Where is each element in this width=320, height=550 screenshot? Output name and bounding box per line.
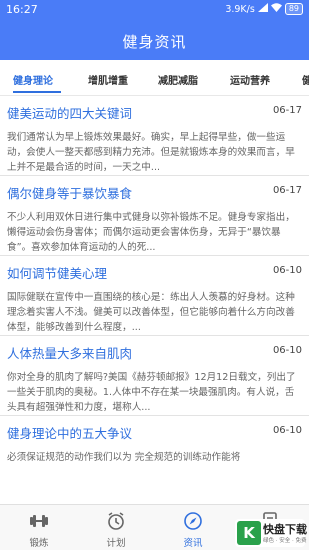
nav-label: 锻炼 (29, 538, 49, 549)
article-list: 健美运动的四大关键词 06-17 我们通常认为早上锻炼效果最好。确实，早上起得早… (0, 97, 309, 503)
article-title: 人体热量大多来自肌肉 (7, 346, 133, 361)
active-tab-indicator (13, 91, 61, 93)
watermark-tagline: 绿色 · 安全 · 免费 (263, 538, 307, 544)
battery-indicator: 89 (284, 3, 303, 15)
nav-label: 资讯 (183, 538, 203, 549)
article-date: 06-17 (272, 185, 302, 196)
article-title: 健身理论中的五大争议 (7, 426, 133, 441)
watermark-logo: K (237, 521, 261, 545)
nav-plan[interactable]: 计划 (85, 505, 147, 550)
tab-muscle-gain[interactable]: 增肌增重 (88, 72, 128, 87)
nav-label: 计划 (106, 538, 126, 549)
signal-icon (257, 3, 268, 15)
watermark-name: 快盘下载 (263, 523, 307, 536)
tab-more[interactable]: 健 (302, 72, 309, 87)
tab-fitness-theory[interactable]: 健身理论 (13, 72, 53, 87)
dumbbell-icon (29, 511, 49, 531)
article-date: 06-10 (272, 345, 302, 356)
nav-news[interactable]: 资讯 (162, 505, 224, 550)
alarm-clock-icon (106, 511, 126, 531)
wifi-icon (270, 3, 282, 15)
article-summary: 不少人利用双休日进行集中式健身以弥补锻炼不足。健身专家指出，懒得运动会伤身害体；… (7, 212, 295, 253)
app-header: 16:27 3.9K/s 89 健身资讯 (0, 0, 309, 60)
compass-icon (183, 511, 203, 531)
nav-workout[interactable]: 锻炼 (8, 505, 70, 550)
article-item[interactable]: 如何调节健美心理 06-10 国际健联在宣传中一直围绕的核心是：练出人人羡慕的好… (0, 257, 309, 336)
article-item[interactable]: 人体热量大多来自肌肉 06-10 你对全身的肌肉了解吗?美国《赫芬顿邮报》12月… (0, 337, 309, 416)
article-date: 06-17 (272, 105, 302, 116)
tab-fat-loss[interactable]: 减肥减脂 (158, 72, 198, 87)
article-title: 如何调节健美心理 (7, 266, 108, 281)
article-item[interactable]: 健身理论中的五大争议 06-10 必须保证规范的动作我们以为 完全规范的训练动作… (0, 417, 309, 496)
article-summary: 你对全身的肌肉了解吗?美国《赫芬顿邮报》12月12日载文，列出了一些关于肌肉的奥… (7, 372, 296, 413)
article-summary: 必须保证规范的动作我们以为 完全规范的训练动作能将 (7, 452, 241, 463)
status-bar: 16:27 3.9K/s 89 (0, 0, 309, 20)
article-summary: 我们通常认为早上锻炼效果最好。确实，早上起得早些，做一些运动，会使人一整天都感到… (7, 132, 295, 173)
article-item[interactable]: 健美运动的四大关键词 06-17 我们通常认为早上锻炼效果最好。确实，早上起得早… (0, 97, 309, 176)
article-title: 健美运动的四大关键词 (7, 106, 133, 121)
article-date: 06-10 (272, 425, 302, 436)
article-item[interactable]: 偶尔健身等于暴饮暴食 06-17 不少人利用双休日进行集中式健身以弥补锻炼不足。… (0, 177, 309, 256)
category-tabs: 健身理论 增肌增重 减肥减脂 运动营养 健 (0, 60, 309, 96)
network-speed: 3.9K/s (225, 3, 255, 15)
article-title: 偶尔健身等于暴饮暴食 (7, 186, 133, 201)
status-time: 16:27 (6, 3, 38, 16)
status-indicators: 3.9K/s 89 (225, 3, 303, 15)
download-site-watermark: K 快盘下载 绿色 · 安全 · 免费 (235, 519, 307, 547)
tab-sports-nutrition[interactable]: 运动营养 (230, 72, 270, 87)
page-title: 健身资讯 (122, 33, 187, 51)
article-summary: 国际健联在宣传中一直围绕的核心是：练出人人羡慕的好身材。这种理念着实害人不浅。健… (7, 292, 295, 333)
article-date: 06-10 (272, 265, 302, 276)
